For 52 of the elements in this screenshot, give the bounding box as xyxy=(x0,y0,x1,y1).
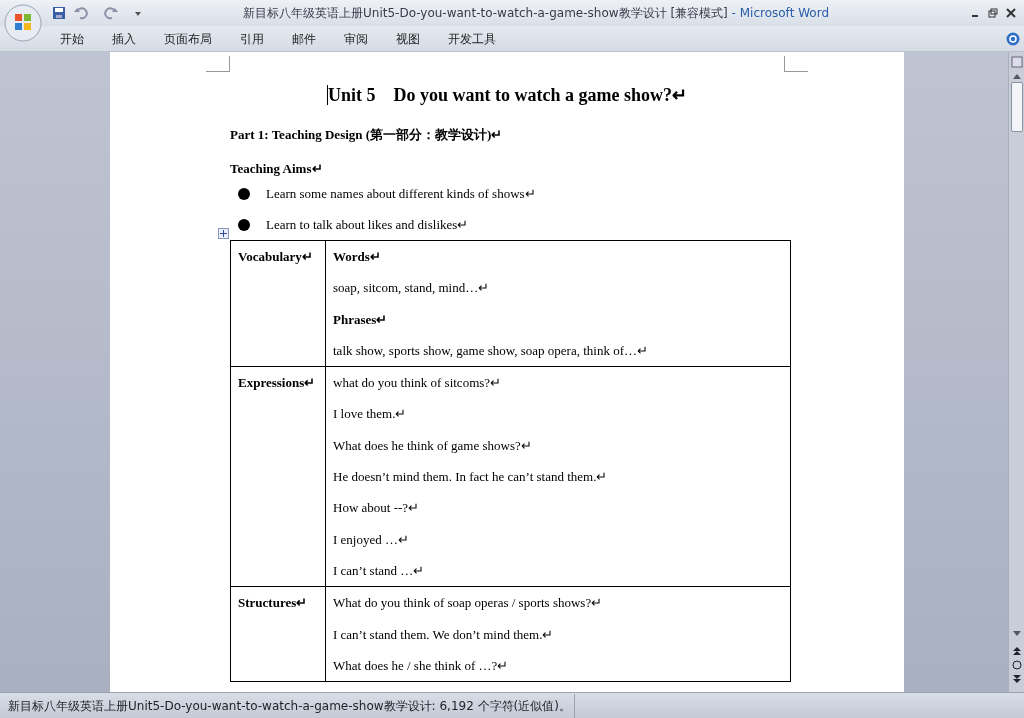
bullet-icon xyxy=(238,187,250,200)
ribbon-tab[interactable]: 视图 xyxy=(382,25,434,52)
cell-text: Phrases↵ xyxy=(333,311,388,327)
restore-icon[interactable] xyxy=(988,8,998,18)
cell-text: He doesn’t mind them. In fact he can’t stand them.↵ xyxy=(333,469,608,485)
undo-icon[interactable] xyxy=(74,6,88,20)
document-title: Unit 5 Do you want to watch a game show?↵ xyxy=(327,85,687,105)
cell-text: What do you think of soap operas / sports shows?↵ xyxy=(333,595,603,611)
section-heading: Part 1: Teaching Design (第一部分：教学设计)↵ xyxy=(230,127,503,142)
ribbon-tab[interactable]: 引用 xyxy=(226,25,278,52)
cell-text: I love them.↵ xyxy=(333,406,407,422)
row-header: Vocabulary↵ xyxy=(238,249,313,264)
bullet-text: Learn to talk about likes and dislikes↵ xyxy=(266,215,469,234)
cell-text: I can’t stand …↵ xyxy=(333,562,425,578)
cell-text: Words↵ xyxy=(333,249,381,264)
ribbon-tab[interactable]: 页面布局 xyxy=(150,25,226,52)
save-icon[interactable] xyxy=(52,6,66,20)
help-icon[interactable] xyxy=(1006,31,1020,46)
cell-text: How about --?↵ xyxy=(333,500,420,516)
redo-icon[interactable] xyxy=(104,6,118,20)
table-move-handle-icon[interactable] xyxy=(218,228,229,239)
cell-text: I enjoyed …↵ xyxy=(333,531,409,547)
row-header: Expressions↵ xyxy=(238,375,316,391)
ribbon-tab[interactable]: 开发工具 xyxy=(434,25,510,52)
cell-text: soap, sitcom, stand, mind…↵ xyxy=(333,280,490,296)
browse-object-icon[interactable] xyxy=(1011,660,1022,670)
margin-corner-mark xyxy=(784,56,808,72)
close-icon[interactable] xyxy=(1006,8,1016,18)
previous-page-icon[interactable] xyxy=(1011,646,1022,656)
bullet-text: Learn some names about different kinds of shows↵ xyxy=(266,184,536,203)
status-text: 新目标八年级英语上册Unit5-Do-you-want-to-watch-a-game-show教学设计: 6,192 个字符(近似值)。 xyxy=(0,693,575,718)
cell-text: what do you think of sitcoms?↵ xyxy=(333,375,502,391)
ribbon-tab[interactable]: 邮件 xyxy=(278,25,330,52)
subheading: Teaching Aims↵ xyxy=(230,160,323,176)
bullet-icon xyxy=(238,218,250,231)
window-title: 新目标八年级英语上册Unit5-Do-you-want-to-watch-a-game-show教学设计 [兼容模式] xyxy=(243,6,728,20)
cell-text: I can’t stand them. We don’t mind them.↵ xyxy=(333,626,554,642)
ruler-toggle-icon[interactable] xyxy=(1010,56,1023,68)
app-name: - Microsoft Word xyxy=(730,6,829,20)
cell-text: What does he think of game shows?↵ xyxy=(333,437,532,453)
scroll-up-icon[interactable] xyxy=(1011,72,1022,80)
next-page-icon[interactable] xyxy=(1011,674,1022,684)
ribbon-tab[interactable]: 插入 xyxy=(98,25,150,52)
scrollbar-thumb[interactable] xyxy=(1010,82,1023,132)
row-header: Structures↵ xyxy=(238,595,308,611)
cell-text: What does he / she think of …?↵ xyxy=(333,657,509,673)
ribbon-tab[interactable]: 开始 xyxy=(46,25,98,52)
margin-corner-mark xyxy=(206,56,230,72)
customize-toolbar-icon[interactable] xyxy=(134,9,142,17)
ribbon-tab[interactable]: 审阅 xyxy=(330,25,382,52)
scroll-down-icon[interactable] xyxy=(1011,630,1022,638)
cell-text: talk show, sports show, game show, soap opera, think of…↵ xyxy=(333,342,648,358)
